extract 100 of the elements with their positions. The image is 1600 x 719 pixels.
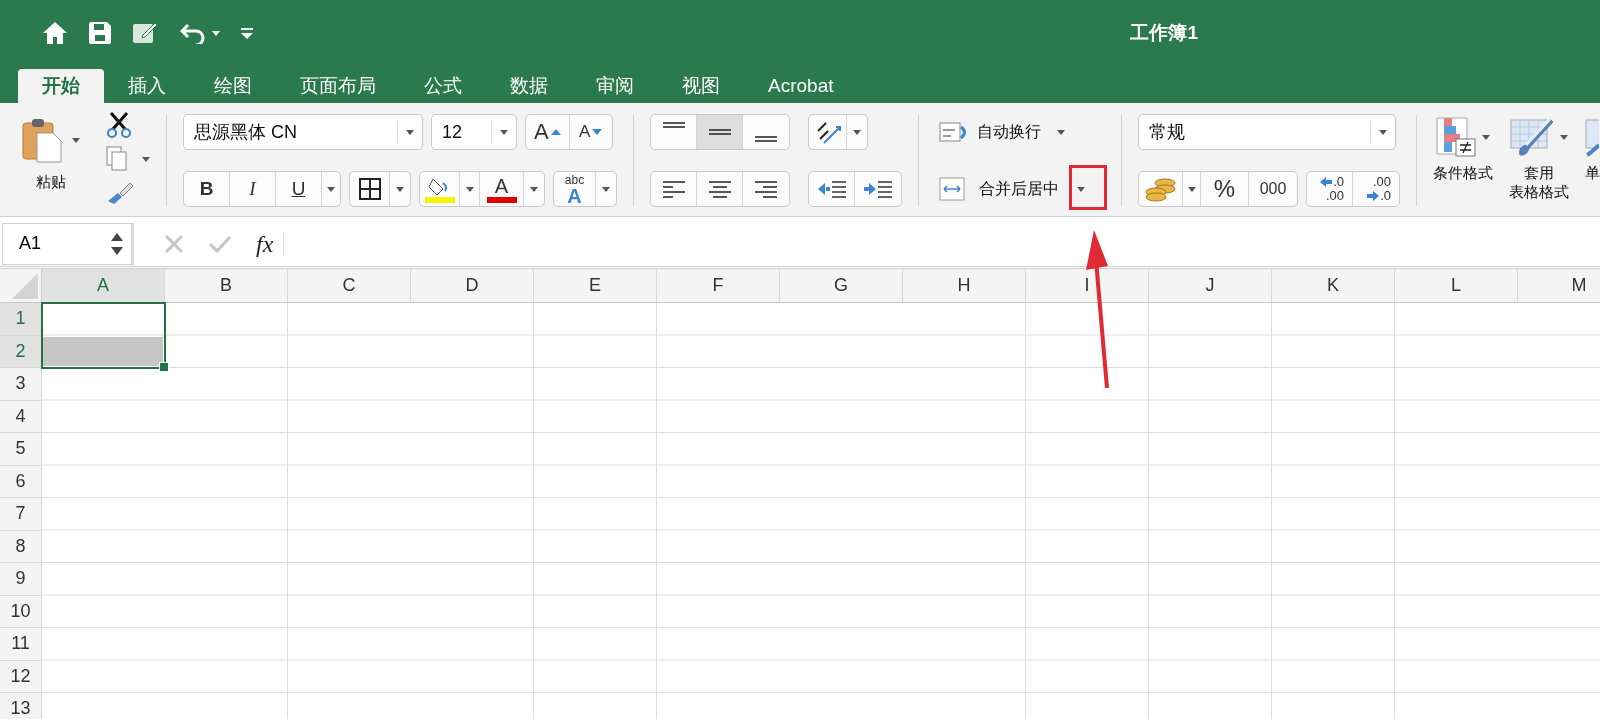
column-header[interactable]: I — [1026, 269, 1149, 303]
italic-button[interactable]: I — [230, 172, 276, 206]
increase-font-size-button[interactable]: A — [526, 115, 570, 149]
caret-icon — [1560, 134, 1568, 140]
column-header[interactable]: M — [1518, 269, 1600, 303]
paste-button[interactable]: 粘贴 — [22, 111, 80, 192]
caret-icon — [1057, 129, 1065, 135]
align-middle-button[interactable] — [697, 115, 743, 149]
down-triangle-icon — [592, 129, 603, 135]
row-header[interactable]: 6 — [0, 465, 42, 498]
right-arrow-icon — [1367, 191, 1380, 201]
conditional-formatting-button[interactable]: 条件格式 — [1433, 117, 1493, 182]
row-header[interactable]: 7 — [0, 498, 42, 531]
font-color-button[interactable]: A — [480, 172, 524, 206]
row-header[interactable]: 10 — [0, 595, 42, 628]
column-header[interactable]: A — [42, 269, 165, 303]
scissors-icon — [106, 112, 132, 138]
indent-icon — [864, 179, 892, 199]
caret-icon — [327, 186, 335, 192]
cell-styles-icon — [1585, 117, 1599, 157]
wrap-text-button[interactable]: 自动换行 — [939, 114, 1065, 150]
caret-icon — [1482, 134, 1490, 140]
caret-icon — [1077, 186, 1085, 192]
caret-icon — [1379, 129, 1387, 135]
ribbon-tab[interactable]: 页面布局 — [276, 69, 400, 103]
row-header[interactable]: 11 — [0, 628, 42, 661]
bold-button[interactable]: B — [184, 172, 230, 206]
copy-icon — [106, 146, 128, 172]
decrease-decimal-button[interactable]: .00 .0 — [1353, 172, 1399, 206]
left-arrow-icon — [1320, 177, 1333, 187]
merge-center-button[interactable]: 合并后居中 — [939, 171, 1059, 207]
increase-decimal-button[interactable]: .0 .00 — [1307, 172, 1353, 206]
caret-icon — [1187, 186, 1196, 192]
caret-icon — [530, 186, 538, 192]
column-header[interactable]: E — [534, 269, 657, 303]
cut-button[interactable] — [106, 111, 132, 139]
column-header[interactable]: L — [1395, 269, 1518, 303]
caret-icon — [465, 186, 474, 192]
ribbon-tab[interactable]: 插入 — [104, 69, 190, 103]
text-style-button[interactable]: abc A — [554, 172, 596, 206]
align-bottom-icon — [755, 136, 777, 142]
column-header[interactable]: J — [1149, 269, 1272, 303]
ribbon-tab[interactable]: Acrobat — [744, 69, 858, 103]
cell-styles-button[interactable]: 单 — [1585, 117, 1600, 182]
align-center-icon — [708, 179, 731, 199]
align-left-icon — [662, 179, 685, 199]
ribbon-tab[interactable]: 绘图 — [190, 69, 276, 103]
caret-icon — [396, 186, 404, 192]
selected-cell[interactable] — [43, 336, 163, 366]
row-header[interactable]: 1 — [0, 303, 42, 336]
number-format-field[interactable]: 常规 — [1138, 114, 1396, 150]
row-header[interactable]: 8 — [0, 530, 42, 563]
column-header[interactable]: B — [165, 269, 288, 303]
column-header[interactable]: F — [657, 269, 780, 303]
ribbon-tab[interactable]: 视图 — [658, 69, 744, 103]
caret-icon — [212, 30, 220, 36]
name-box[interactable]: A1 — [2, 222, 134, 265]
color-bar — [486, 196, 517, 203]
caret-icon — [602, 186, 610, 192]
row-header[interactable]: 9 — [0, 563, 42, 596]
row-header[interactable]: 2 — [0, 335, 42, 368]
column-header[interactable]: H — [903, 269, 1026, 303]
font-name-field[interactable]: 思源黑体 CN — [183, 114, 423, 150]
stepper-icon — [111, 231, 123, 256]
borders-icon — [358, 178, 381, 200]
percent-button[interactable]: % — [1201, 172, 1249, 206]
underline-button[interactable]: U — [276, 172, 322, 206]
table-brush-icon — [1510, 117, 1554, 157]
caret-icon — [72, 137, 80, 143]
column-header[interactable]: C — [288, 269, 411, 303]
column-header[interactable]: K — [1272, 269, 1395, 303]
caret-icon — [853, 129, 861, 135]
conditional-format-icon — [1436, 117, 1476, 157]
checkmark-icon — [208, 233, 232, 254]
row-header[interactable]: 3 — [0, 368, 42, 401]
row-header[interactable]: 12 — [0, 660, 42, 693]
wrap-text-icon — [939, 121, 969, 143]
insert-function-button[interactable]: fx — [256, 231, 285, 256]
comma-style-button[interactable]: 000 — [1249, 172, 1297, 206]
undo-icon — [180, 22, 206, 44]
merge-cells-icon — [939, 177, 965, 201]
paintbrush-icon — [106, 181, 134, 205]
format-as-table-button[interactable]: 套用 表格格式 — [1509, 117, 1569, 201]
align-top-icon — [662, 122, 685, 128]
ribbon-tab[interactable]: 开始 — [18, 69, 104, 103]
decrease-font-size-button[interactable]: A — [569, 115, 612, 149]
column-header[interactable]: G — [780, 269, 903, 303]
fill-handle[interactable] — [159, 362, 169, 372]
ribbon-tab[interactable]: 数据 — [486, 69, 572, 103]
row-header[interactable]: 5 — [0, 433, 42, 466]
outdent-icon — [817, 179, 846, 199]
caret-icon — [500, 129, 508, 135]
ribbon-tab[interactable]: 公式 — [400, 69, 486, 103]
row-header[interactable]: 13 — [0, 693, 42, 719]
column-header[interactable]: D — [411, 269, 534, 303]
row-header[interactable]: 4 — [0, 400, 42, 433]
ribbon-tab[interactable]: 审阅 — [572, 69, 658, 103]
font-size-field[interactable]: 12 — [431, 114, 517, 150]
save-icon — [88, 21, 112, 45]
home-icon — [42, 21, 68, 45]
